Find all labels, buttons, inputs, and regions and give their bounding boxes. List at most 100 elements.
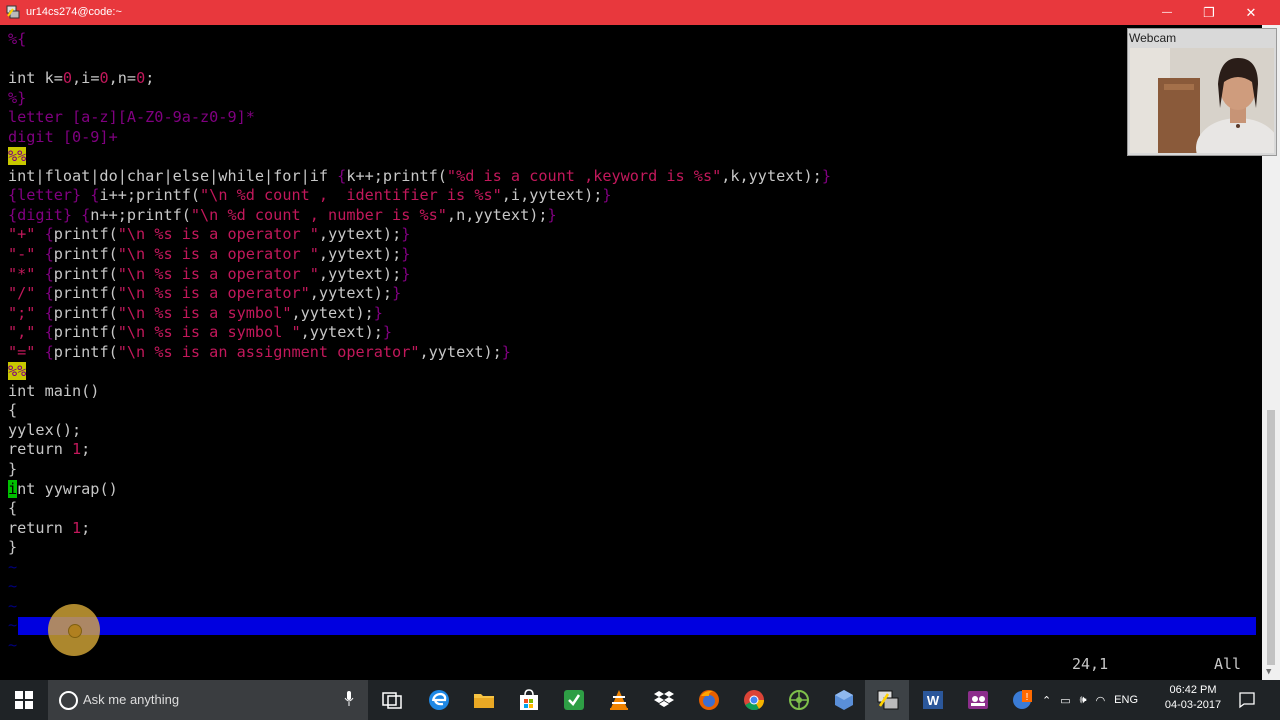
code-token: } <box>382 323 393 342</box>
cortana-search-box[interactable]: Ask me anything <box>48 680 368 720</box>
putty-taskbar-icon[interactable] <box>876 688 900 712</box>
code-token: digit [0-9]+ <box>8 127 118 146</box>
scrollbar-thumb[interactable] <box>1267 410 1275 665</box>
maximize-button[interactable]: ❐ <box>1188 0 1230 25</box>
code-token: } <box>8 538 18 557</box>
code-token: } <box>373 303 383 322</box>
show-hidden-icons-icon[interactable]: ⌃ <box>1042 694 1051 707</box>
code-line: int yywrap() <box>8 479 831 500</box>
code-token: ,i,yytext); <box>501 186 603 205</box>
code-token: ,n= <box>108 69 137 88</box>
green-app-icon[interactable] <box>562 688 586 712</box>
code-token: printf( <box>53 264 118 283</box>
code-token: "\n %s is an assignment operator" <box>117 342 420 361</box>
code-token: "\n %s is a operator " <box>117 225 319 244</box>
code-token: int k= <box>8 69 63 88</box>
code-token: int main() <box>8 381 100 400</box>
code-line: %{ <box>8 30 831 50</box>
presentation-app-icon[interactable] <box>966 688 990 712</box>
firefox-icon[interactable] <box>697 688 721 712</box>
restore-icon: ❐ <box>1203 4 1215 20</box>
language-indicator[interactable]: ENG <box>1114 694 1138 706</box>
code-token: 0 <box>99 69 109 88</box>
code-token: printf( <box>53 303 118 322</box>
file-explorer-icon[interactable] <box>472 688 496 712</box>
notification-app-icon[interactable]: ! <box>1010 688 1034 712</box>
cortana-icon <box>59 691 78 710</box>
code-line: int k=0,i=0,n=0; <box>8 69 831 89</box>
volume-icon[interactable]: 🕪 <box>1080 694 1087 707</box>
code-line: ~ <box>8 558 831 578</box>
code-token: ,n,yytext); <box>446 205 548 224</box>
code-token: ,yytext); <box>318 225 402 244</box>
code-token: } <box>401 264 411 283</box>
close-button[interactable]: ✕ <box>1230 0 1272 25</box>
code-line: } <box>8 460 831 480</box>
battery-icon[interactable]: ▭ <box>1060 694 1070 707</box>
code-line: ~ <box>8 636 831 656</box>
code-token: ~ <box>8 635 18 654</box>
code-line: {digit} {n++;printf("\n %d count , numbe… <box>8 206 831 226</box>
code-token: i++;printf( <box>99 186 201 205</box>
code-token: { <box>44 245 54 264</box>
code-token: printf( <box>53 245 118 264</box>
word-icon[interactable]: W <box>921 688 945 712</box>
minimize-button[interactable]: — <box>1146 0 1188 25</box>
clock[interactable]: 06:42 PM 04-03-2017 <box>1158 683 1228 713</box>
windows-logo-icon <box>15 691 33 709</box>
code-line: ~ <box>8 577 831 597</box>
window-titlebar: ur14cs274@code:~ — ❐ ✕ <box>0 0 1280 25</box>
mouse-cursor-highlight <box>48 604 100 656</box>
code-line: %% <box>8 147 831 167</box>
microphone-icon[interactable] <box>344 691 354 707</box>
code-token: ,yytext); <box>309 284 393 303</box>
start-button[interactable] <box>0 680 48 720</box>
code-token: "/" <box>8 284 45 303</box>
code-token: {letter} { <box>8 186 100 205</box>
code-token: 0 <box>136 69 146 88</box>
code-token: { <box>44 225 54 244</box>
code-token: "%d is a count ,keyword is %s" <box>446 166 722 185</box>
code-token: "\n %s is a operator " <box>117 245 319 264</box>
code-line: return 1; <box>8 519 831 539</box>
code-token: { <box>44 284 54 303</box>
code-token: ; <box>145 69 155 88</box>
webcam-feed <box>1130 48 1274 153</box>
dropbox-icon[interactable] <box>652 688 676 712</box>
window-title: ur14cs274@code:~ <box>26 6 122 18</box>
code-token: ~ <box>8 616 18 635</box>
close-icon: ✕ <box>1245 4 1257 20</box>
code-line: yylex(); <box>8 421 831 441</box>
scroll-down-icon[interactable]: ▼ <box>1266 667 1271 677</box>
svg-text:W: W <box>927 693 940 708</box>
code-line: ";" {printf("\n %s is a symbol",yytext);… <box>8 304 831 324</box>
system-tray: ⌃ ▭ 🕪 ◠ ENG <box>1042 680 1138 720</box>
code-line: "/" {printf("\n %s is a operator",yytext… <box>8 284 831 304</box>
store-icon[interactable] <box>517 688 541 712</box>
code-token: printf( <box>53 225 118 244</box>
code-token: "+" <box>8 225 45 244</box>
virtualbox-icon[interactable] <box>832 688 856 712</box>
code-token: "\n %s is a operator" <box>117 284 310 303</box>
code-line: ~ <box>8 597 831 617</box>
code-token: "\n %s is a operator " <box>117 264 319 283</box>
code-token: ,yytext); <box>300 323 383 342</box>
code-token: } <box>821 166 831 185</box>
code-line: digit [0-9]+ <box>8 128 831 148</box>
terminal-area[interactable]: %{int k=0,i=0,n=0;%} letter [a-z][A-Z0-9a… <box>0 25 1262 680</box>
code-token: ,yytext); <box>291 303 374 322</box>
chrome-icon[interactable] <box>742 688 766 712</box>
vlc-icon[interactable] <box>607 688 631 712</box>
vim-buffer[interactable]: %{int k=0,i=0,n=0;%} letter [a-z][A-Z0-9a… <box>8 30 831 656</box>
code-token: ";" <box>8 303 45 322</box>
wifi-icon[interactable]: ◠ <box>1096 694 1106 707</box>
task-view-icon[interactable] <box>380 688 404 712</box>
action-center-icon[interactable] <box>1238 691 1256 709</box>
code-token: printf( <box>53 284 118 303</box>
code-token: "\n %s is a symbol" <box>117 303 292 322</box>
edge-browser-icon[interactable] <box>427 688 451 712</box>
text-cursor: i <box>8 479 18 498</box>
code-token: } <box>602 186 612 205</box>
network-app-icon[interactable] <box>787 688 811 712</box>
